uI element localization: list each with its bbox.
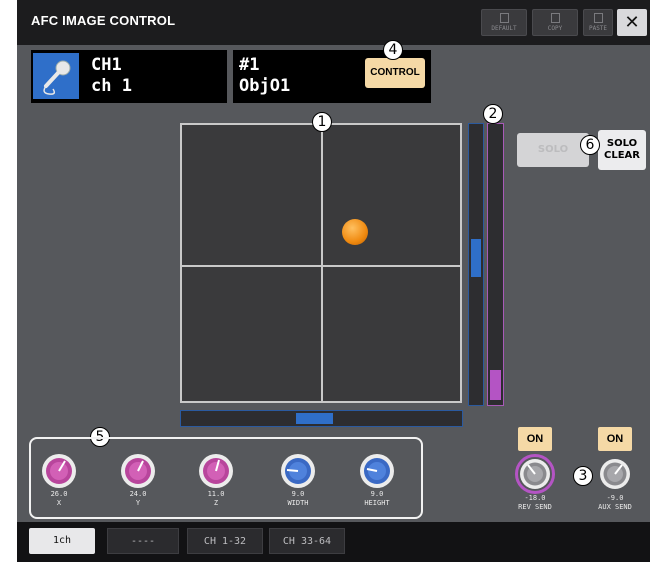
knob-x-value: 26.0 [50,490,68,498]
scene-title: ObjO1 [239,76,291,96]
knob-z-value: 11.0 [207,490,225,498]
copy-icon [550,13,560,23]
tab-blank[interactable]: ---- [107,528,179,554]
rev-send-on-button[interactable]: ON [518,427,552,451]
tab-1ch[interactable]: 1ch [29,528,95,554]
height-slider[interactable] [487,123,504,406]
knob-height-label: HEIGHT [364,499,390,507]
channel-select-bar: 1ch ---- CH 1-32 CH 33-64 [17,522,650,562]
tab-ch-1-32[interactable]: CH 1-32 [187,528,263,554]
knob-z[interactable] [198,453,234,489]
knob-width-value: 9.0 [291,490,305,498]
close-button[interactable]: ✕ [617,9,647,36]
scene-info: #1 ObjO1 CONTROL [233,50,431,103]
knob-z-label: Z [213,499,219,507]
paste-button[interactable]: PASTE [583,9,613,36]
tab-ch-33-64[interactable]: CH 33-64 [269,528,345,554]
title-bar: AFC IMAGE CONTROL DEFAULT COPY PASTE ✕ [17,0,650,45]
knob-y[interactable] [120,453,156,489]
channel-info[interactable]: CH1 ch 1 [31,50,227,103]
knob-x[interactable] [41,453,77,489]
knob-y-value: 24.0 [129,490,147,498]
knob-width-label: WIDTH [287,499,309,507]
paste-icon [593,13,603,23]
x-slider-handle[interactable] [296,413,333,424]
window-title: AFC IMAGE CONTROL [31,13,176,28]
rev-send-knob[interactable] [515,454,555,494]
callout-2: 2 [483,104,503,124]
scene-name: #1 ObjO1 [239,55,290,97]
aux-send-label: AUX SEND [598,503,632,511]
solo-button[interactable]: SOLO [517,133,589,167]
callout-6: 6 [580,135,600,155]
scene-number: #1 [239,55,260,75]
x-slider[interactable] [180,410,463,427]
position-marker[interactable] [342,219,368,245]
copy-button-label: COPY [547,25,563,32]
xy-position-pad[interactable] [180,123,462,403]
knob-width[interactable] [280,453,316,489]
afc-image-control-window: AFC IMAGE CONTROL DEFAULT COPY PASTE ✕ C… [17,0,650,562]
rev-send-value: -18.0 [524,494,546,502]
pad-vertical-divider [321,125,323,401]
callout-1: 1 [312,112,332,132]
z-slider[interactable] [468,123,484,406]
aux-send-on-button[interactable]: ON [598,427,632,451]
height-slider-handle[interactable] [490,370,501,400]
rev-send-label: REV SEND [518,503,552,511]
copy-button[interactable]: COPY [532,9,578,36]
callout-3: 3 [573,466,593,486]
solo-clear-button[interactable]: SOLO CLEAR [598,130,646,170]
default-button-label: DEFAULT [491,25,517,32]
solo-clear-line1: SOLO [606,138,638,149]
z-slider-handle[interactable] [471,239,481,277]
knob-height[interactable] [359,453,395,489]
channel-name: CH1 ch 1 [91,55,132,97]
document-icon [499,13,509,23]
solo-clear-line2: CLEAR [604,150,640,161]
channel-number: CH1 [91,55,122,75]
knob-y-label: Y [135,499,141,507]
aux-send-value: -9.0 [606,494,624,502]
knob-height-value: 9.0 [370,490,384,498]
knob-x-label: X [56,499,62,507]
paste-button-label: PASTE [588,25,608,32]
callout-4: 4 [383,40,403,60]
default-button[interactable]: DEFAULT [481,9,527,36]
microphone-icon [33,53,79,99]
control-button[interactable]: CONTROL [365,58,425,88]
channel-label: ch 1 [91,76,132,96]
pad-horizontal-divider [182,265,460,267]
aux-send-knob[interactable] [595,454,635,494]
